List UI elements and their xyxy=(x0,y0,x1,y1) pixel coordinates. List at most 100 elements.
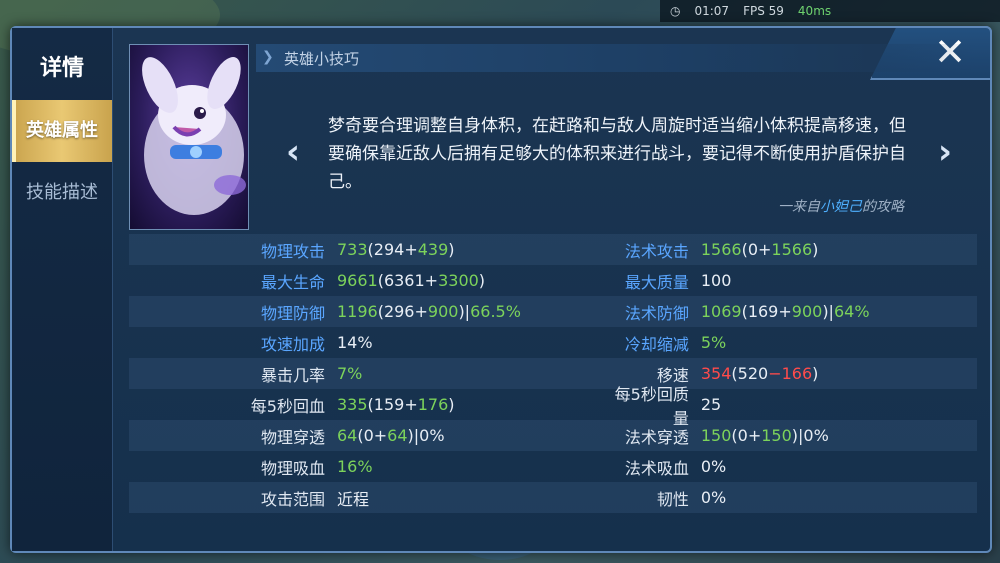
stat-value: 354(520−166) xyxy=(701,364,977,383)
stat-value-part: 64 xyxy=(387,426,408,445)
stat-value-part: 439 xyxy=(417,240,449,259)
stat-value: 14% xyxy=(337,333,613,352)
tab-hero-attributes[interactable]: 英雄属性 xyxy=(12,100,112,162)
next-tip-button[interactable]: › xyxy=(930,132,960,172)
game-hud-top: ◷ 01:07 FPS 59 40ms xyxy=(660,0,1000,22)
stat-label: 物理防御 xyxy=(260,303,325,323)
previous-tip-button[interactable]: ‹ xyxy=(278,132,308,172)
tab-label: 英雄属性 xyxy=(26,120,98,141)
stat-value-part: 14% xyxy=(336,333,373,352)
stat-value: 7% xyxy=(337,364,613,383)
chevron-right-icon: ❯ xyxy=(262,49,274,65)
tips-header: 英雄小技巧 xyxy=(284,50,360,68)
stat-label: 最大质量 xyxy=(624,272,689,292)
stat-value-part: (6361+ xyxy=(377,271,439,290)
tab-skill-description[interactable]: 技能描述 xyxy=(12,162,112,224)
stat-value-part: )|0% xyxy=(791,426,829,445)
stat-label: 每5秒回质量 xyxy=(614,384,689,428)
stat-value-part: 150 xyxy=(700,426,732,445)
stat-value-part: (0+ xyxy=(731,426,762,445)
tip-source-prefix: 一来自 xyxy=(778,199,820,215)
stat-value: 335(159+176) xyxy=(337,395,613,414)
stat-value-part: −166 xyxy=(768,364,813,383)
stat-label: 攻速加成 xyxy=(260,334,325,354)
stat-label: 物理吸血 xyxy=(260,458,325,478)
hero-detail-panel: 详情 英雄属性 技能描述 ✕ ❯ 英雄小技巧 ‹ 梦奇要合理调整自 xyxy=(10,26,992,553)
stat-row: 物理穿透 64(0+64)|0% 法术穿透 150(0+150)|0% xyxy=(129,420,977,451)
stat-value-part: (520 xyxy=(731,364,769,383)
stat-label: 法术攻击 xyxy=(624,241,689,261)
stat-value-part: 176 xyxy=(417,395,449,414)
hero-portrait-art xyxy=(142,57,246,215)
stat-value-part: )| xyxy=(822,302,834,321)
chevron-right-icon: › xyxy=(937,132,952,172)
stat-value-part: 100 xyxy=(700,271,732,290)
tips-header-bar: ❯ 英雄小技巧 xyxy=(256,44,976,72)
stat-value-part: 64% xyxy=(833,302,870,321)
stat-label: 冷却缩减 xyxy=(624,334,689,354)
stat-row: 暴击几率 7% 移速 354(520−166) xyxy=(129,358,977,389)
tip-source: 一来自小妲己的攻略 xyxy=(778,196,904,216)
stat-value-part: ) xyxy=(812,364,819,383)
stat-row: 攻击范围 近程 韧性 0% xyxy=(129,482,977,513)
chevron-left-icon: ‹ xyxy=(285,132,300,172)
stat-value-part: 150 xyxy=(761,426,792,445)
stat-value-part: 1566 xyxy=(771,240,813,259)
stat-value-part: 1566 xyxy=(700,240,742,259)
stat-value-part: 354 xyxy=(700,364,732,383)
stat-value-part: 9661 xyxy=(336,271,378,290)
stat-value-part: 1196 xyxy=(336,302,378,321)
stat-value-part: (0+ xyxy=(357,426,388,445)
stat-value-part: 733 xyxy=(336,240,368,259)
tab-label: 技能描述 xyxy=(26,182,98,203)
stat-value-part: (296+ xyxy=(377,302,428,321)
stat-value-part: 66.5% xyxy=(470,302,521,321)
stat-value-part: 335 xyxy=(336,395,368,414)
stat-label: 韧性 xyxy=(656,489,689,509)
stat-value-part: 3300 xyxy=(438,271,479,290)
stat-value: 733(294+439) xyxy=(337,240,613,259)
stat-value-part: (169+ xyxy=(741,302,792,321)
stat-label: 暴击几率 xyxy=(260,365,325,385)
stat-value: 5% xyxy=(701,333,977,352)
stat-label: 法术防御 xyxy=(624,303,689,323)
stat-value: 0% xyxy=(701,457,977,476)
stat-value-part: 16% xyxy=(336,457,373,476)
stat-value-part: ) xyxy=(448,395,455,414)
stat-label: 每5秒回血 xyxy=(250,396,325,416)
stat-value: 1069(169+900)|64% xyxy=(701,302,977,321)
stat-value-part: 64 xyxy=(336,426,358,445)
stat-value: 近程 xyxy=(337,486,613,510)
stat-value-part: (159+ xyxy=(367,395,418,414)
stat-row: 每5秒回血 335(159+176) 每5秒回质量 25 xyxy=(129,385,977,428)
stat-value-part: ) xyxy=(812,240,819,259)
tip-source-author[interactable]: 小妲己 xyxy=(820,199,862,215)
stat-value-part: 900 xyxy=(427,302,459,321)
stat-value: 150(0+150)|0% xyxy=(701,426,977,445)
stat-value-part: 0% xyxy=(700,457,727,476)
match-time: 01:07 xyxy=(694,4,730,18)
stat-value-part: )|0% xyxy=(407,426,445,445)
stat-value-part: 0% xyxy=(700,488,727,507)
stat-value-part: (294+ xyxy=(367,240,418,259)
stat-label: 物理攻击 xyxy=(260,241,325,261)
stats-table: 物理攻击 733(294+439) 法术攻击 1566(0+1566) 最大生命 9661… xyxy=(129,234,977,513)
stat-row: 物理吸血 16% 法术吸血 0% xyxy=(129,451,977,482)
tip-source-suffix: 的攻略 xyxy=(862,199,904,215)
stat-value: 25 xyxy=(701,395,977,414)
stat-value: 0% xyxy=(701,488,977,507)
stat-value: 64(0+64)|0% xyxy=(337,426,613,445)
stat-value: 1196(296+900)|66.5% xyxy=(337,302,613,321)
stat-value: 100 xyxy=(701,271,977,290)
stat-value-part: (0+ xyxy=(741,240,772,259)
stat-row: 攻速加成 14% 冷却缩减 5% xyxy=(129,327,977,358)
stat-value-part: 900 xyxy=(791,302,823,321)
stat-label: 法术吸血 xyxy=(624,458,689,478)
tip-area: ‹ 梦奇要合理调整自身体积，在赶路和与敌人周旋时适当缩小体积提高移速，但要确保靠… xyxy=(256,72,982,228)
stat-value-part: )| xyxy=(458,302,471,321)
stat-value: 9661(6361+3300) xyxy=(337,271,613,290)
stat-label: 法术穿透 xyxy=(624,427,689,447)
stat-value-part: 1069 xyxy=(700,302,742,321)
stat-value: 16% xyxy=(337,457,613,476)
stat-value-part: ) xyxy=(448,240,455,259)
